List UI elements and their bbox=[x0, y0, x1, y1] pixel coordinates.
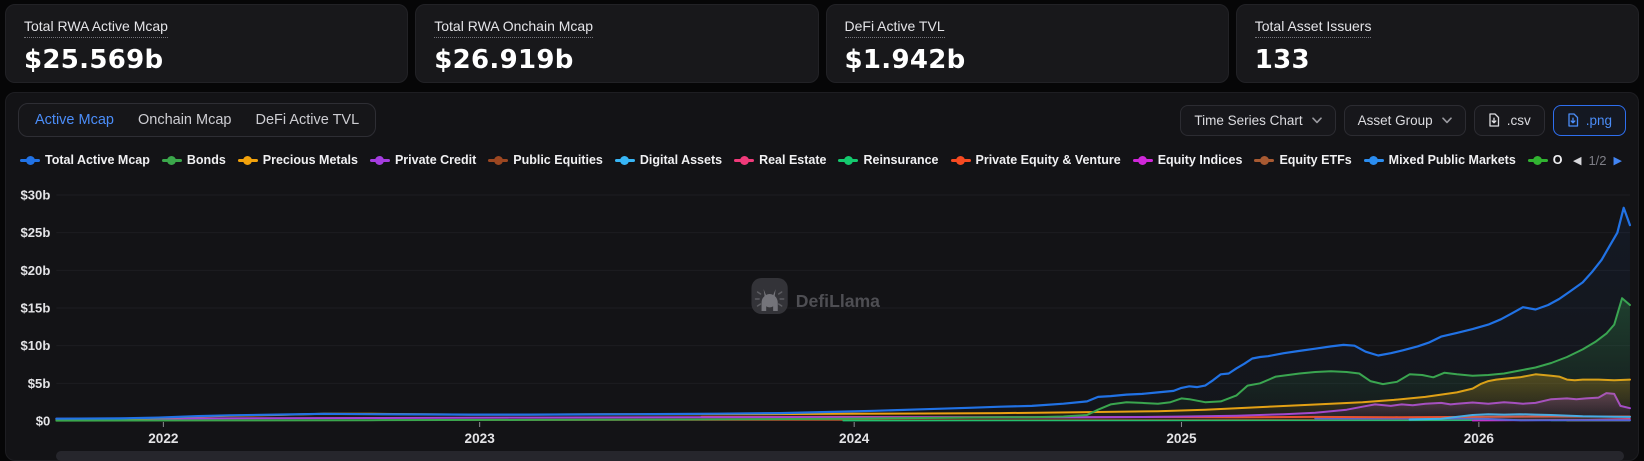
legend-next-icon[interactable]: ▶ bbox=[1614, 154, 1622, 167]
chart-tabs: Active McapOnchain McapDeFi Active TVL bbox=[18, 103, 376, 137]
legend-marker-icon bbox=[162, 155, 182, 165]
legend-marker-icon bbox=[1528, 155, 1548, 165]
time-series-chart-label: Time Series Chart bbox=[1194, 113, 1302, 128]
x-axis-label: 2026 bbox=[1464, 431, 1495, 445]
legend-label: Digital Assets bbox=[640, 153, 722, 167]
download-png-button[interactable]: .png bbox=[1553, 105, 1626, 136]
chart-panel: Active McapOnchain McapDeFi Active TVL T… bbox=[5, 92, 1639, 461]
legend-item-precious-metals[interactable]: Precious Metals bbox=[238, 153, 358, 167]
stat-card-total-asset-issuers: Total Asset Issuers 133 bbox=[1236, 4, 1639, 83]
png-label: .png bbox=[1586, 113, 1612, 128]
legend-label: Private Credit bbox=[395, 153, 476, 167]
y-axis-label: $30b bbox=[21, 188, 51, 203]
legend-item-oil[interactable]: Oil bbox=[1528, 153, 1563, 167]
defillama-watermark: DefiLlama bbox=[751, 278, 880, 314]
chart-area: $30b $25b $20b $15b $10b $5b $0 2022 2023 2024 202… bbox=[6, 177, 1638, 445]
legend-item-equity-indices[interactable]: Equity Indices bbox=[1133, 153, 1243, 167]
legend-item-reinsurance[interactable]: Reinsurance bbox=[838, 153, 938, 167]
y-axis-label: $10b bbox=[21, 338, 51, 353]
stat-card-total-rwa-onchain-mcap: Total RWA Onchain Mcap $26.919b bbox=[415, 4, 818, 83]
legend-marker-icon bbox=[238, 155, 258, 165]
chart-panel-header: Active McapOnchain McapDeFi Active TVL T… bbox=[6, 93, 1638, 137]
legend-item-bonds[interactable]: Bonds bbox=[162, 153, 226, 167]
stat-label[interactable]: Total Asset Issuers bbox=[1255, 18, 1372, 38]
chevron-down-icon bbox=[1442, 117, 1452, 124]
legend-label: Real Estate bbox=[759, 153, 826, 167]
legend-label: Total Active Mcap bbox=[45, 153, 150, 167]
y-axis-label: $15b bbox=[21, 301, 51, 316]
legend-item-equity-etfs[interactable]: Equity ETFs bbox=[1254, 153, 1351, 167]
time-series-chart[interactable]: $30b $25b $20b $15b $10b $5b $0 2022 2023 2024 202… bbox=[6, 177, 1638, 445]
y-axis-label: $5b bbox=[28, 376, 51, 391]
legend-item-digital-assets[interactable]: Digital Assets bbox=[615, 153, 722, 167]
legend-page-indicator: 1/2 bbox=[1588, 153, 1606, 168]
tab-onchain-mcap[interactable]: Onchain Mcap bbox=[126, 104, 244, 136]
stat-card-defi-active-tvl: DeFi Active TVL $1.942b bbox=[826, 4, 1229, 83]
legend-marker-icon bbox=[370, 155, 390, 165]
chart-zoom-slider[interactable] bbox=[56, 451, 1624, 461]
stat-label[interactable]: DeFi Active TVL bbox=[845, 18, 945, 38]
time-series-chart-dropdown[interactable]: Time Series Chart bbox=[1180, 105, 1335, 136]
chevron-down-icon bbox=[1312, 117, 1322, 124]
legend-row: Total Active Mcap Bonds Precious Metals Pri… bbox=[6, 149, 1638, 171]
legend-label: Public Equities bbox=[513, 153, 603, 167]
legend-marker-icon bbox=[951, 155, 971, 165]
legend-item-total-active-mcap[interactable]: Total Active Mcap bbox=[20, 153, 150, 167]
csv-label: .csv bbox=[1507, 113, 1531, 128]
legend-marker-icon bbox=[488, 155, 508, 165]
legend-label: Precious Metals bbox=[263, 153, 358, 167]
legend-label: Mixed Public Markets bbox=[1389, 153, 1516, 167]
chart-controls: Time Series Chart Asset Group .csv .png bbox=[1180, 105, 1626, 136]
stat-label[interactable]: Total RWA Active Mcap bbox=[24, 18, 168, 38]
legend-marker-icon bbox=[1133, 155, 1153, 165]
legend-marker-icon bbox=[615, 155, 635, 165]
legend-pager: ◀ 1/2 ▶ bbox=[1563, 153, 1630, 168]
legend-item-public-equities[interactable]: Public Equities bbox=[488, 153, 603, 167]
legend-item-private-equity-venture[interactable]: Private Equity & Venture bbox=[951, 153, 1121, 167]
asset-group-label: Asset Group bbox=[1358, 113, 1433, 128]
legend-marker-icon bbox=[1254, 155, 1274, 165]
legend-item-mixed-public-markets[interactable]: Mixed Public Markets bbox=[1364, 153, 1516, 167]
tab-defi-active-tvl[interactable]: DeFi Active TVL bbox=[243, 104, 371, 136]
series-area-total-active-mcap bbox=[56, 208, 1630, 421]
stats-row: Total RWA Active Mcap $25.569b Total RWA O… bbox=[0, 0, 1644, 83]
legend-label: Equity ETFs bbox=[1279, 153, 1351, 167]
file-download-icon bbox=[1567, 113, 1579, 127]
x-axis-label: 2023 bbox=[465, 431, 496, 445]
legend-label: Oil bbox=[1553, 153, 1563, 167]
asset-group-dropdown[interactable]: Asset Group bbox=[1344, 105, 1466, 136]
stat-value: $26.919b bbox=[434, 45, 799, 75]
chart-legend: Total Active Mcap Bonds Precious Metals Pri… bbox=[20, 153, 1563, 167]
x-axis-label: 2022 bbox=[148, 431, 178, 445]
x-axis-label: 2025 bbox=[1166, 431, 1197, 445]
legend-label: Bonds bbox=[187, 153, 226, 167]
x-axis-label: 2024 bbox=[839, 431, 870, 445]
file-download-icon bbox=[1488, 113, 1500, 127]
legend-marker-icon bbox=[838, 155, 858, 165]
y-axis-label: $25b bbox=[21, 225, 51, 240]
legend-prev-icon[interactable]: ◀ bbox=[1573, 154, 1581, 167]
legend-item-private-credit[interactable]: Private Credit bbox=[370, 153, 476, 167]
y-axis-label: $0 bbox=[36, 414, 51, 429]
stat-value: $1.942b bbox=[845, 45, 1210, 75]
stat-value: 133 bbox=[1255, 45, 1620, 75]
tab-active-mcap[interactable]: Active Mcap bbox=[23, 104, 126, 136]
legend-marker-icon bbox=[1364, 155, 1384, 165]
legend-marker-icon bbox=[20, 155, 40, 165]
y-axis-label: $20b bbox=[21, 263, 51, 278]
legend-item-real-estate[interactable]: Real Estate bbox=[734, 153, 826, 167]
legend-label: Private Equity & Venture bbox=[976, 153, 1121, 167]
legend-marker-icon bbox=[734, 155, 754, 165]
download-csv-button[interactable]: .csv bbox=[1474, 105, 1545, 136]
legend-label: Equity Indices bbox=[1158, 153, 1243, 167]
legend-label: Reinsurance bbox=[863, 153, 938, 167]
stat-value: $25.569b bbox=[24, 45, 389, 75]
watermark-text: DefiLlama bbox=[796, 291, 880, 311]
stat-card-total-rwa-active-mcap: Total RWA Active Mcap $25.569b bbox=[5, 4, 408, 83]
stat-label[interactable]: Total RWA Onchain Mcap bbox=[434, 18, 593, 38]
